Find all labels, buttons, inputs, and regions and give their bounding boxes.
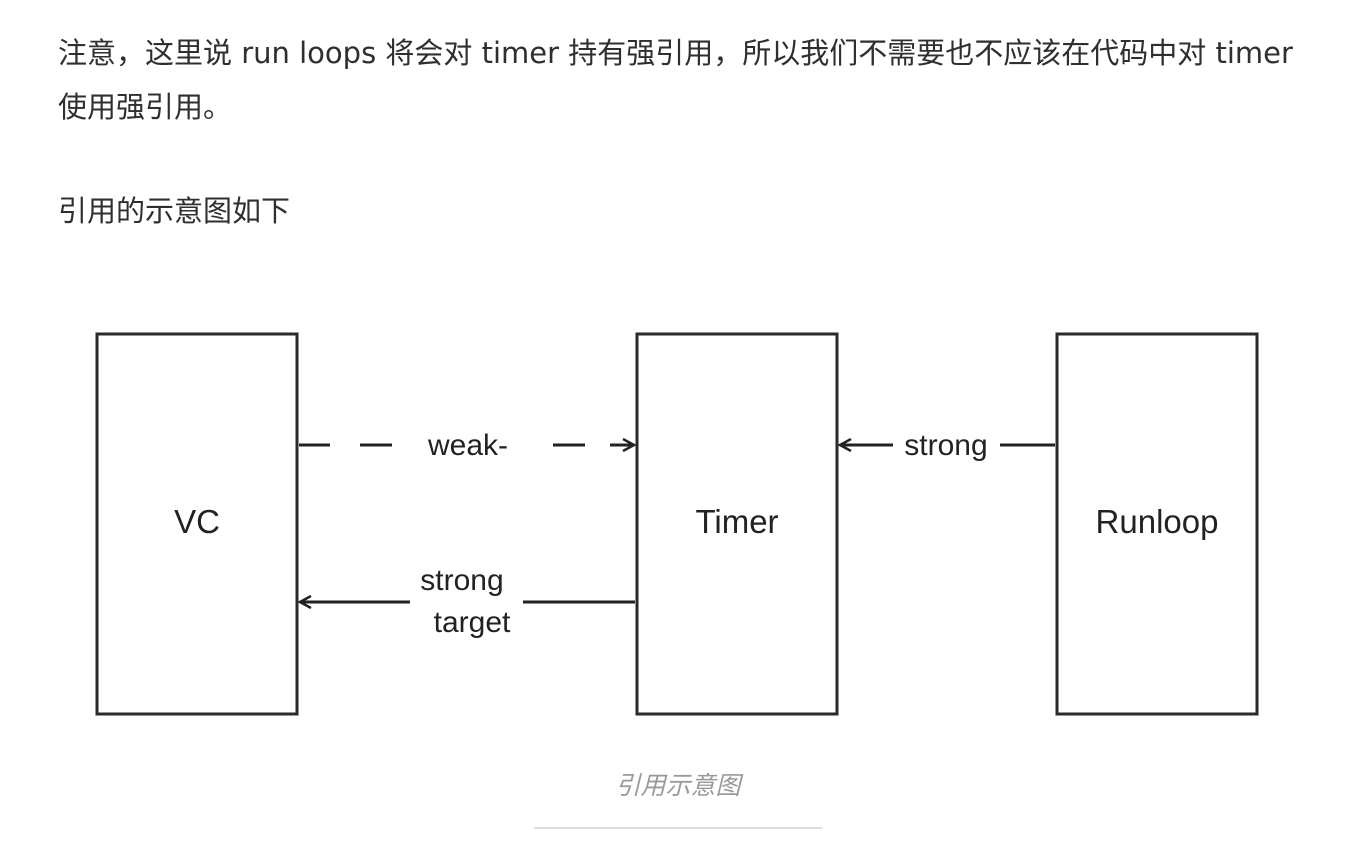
strong-reference-edge-runloop: strong <box>840 429 1055 462</box>
strong-target-edge: strong target <box>300 564 635 639</box>
caption-divider <box>534 827 822 829</box>
figure-caption: 引用示意图 <box>615 771 741 800</box>
reference-diagram: VC Timer Runloop weak- strong strong tar… <box>0 300 1356 740</box>
intro-paragraph: 注意，这里说 run loops 将会对 timer 持有强引用，所以我们不需要… <box>58 36 1293 124</box>
weak-label: weak- <box>427 429 508 462</box>
strong-label-target-line1: strong <box>420 564 503 597</box>
runloop-label: Runloop <box>1096 503 1219 540</box>
strong-label-target-line2: target <box>434 606 511 639</box>
timer-label: Timer <box>695 503 778 540</box>
vc-label: VC <box>174 503 220 540</box>
weak-reference-edge: weak- <box>299 429 634 462</box>
diagram-intro-paragraph: 引用的示意图如下 <box>58 194 291 228</box>
strong-label-runloop: strong <box>904 429 987 462</box>
